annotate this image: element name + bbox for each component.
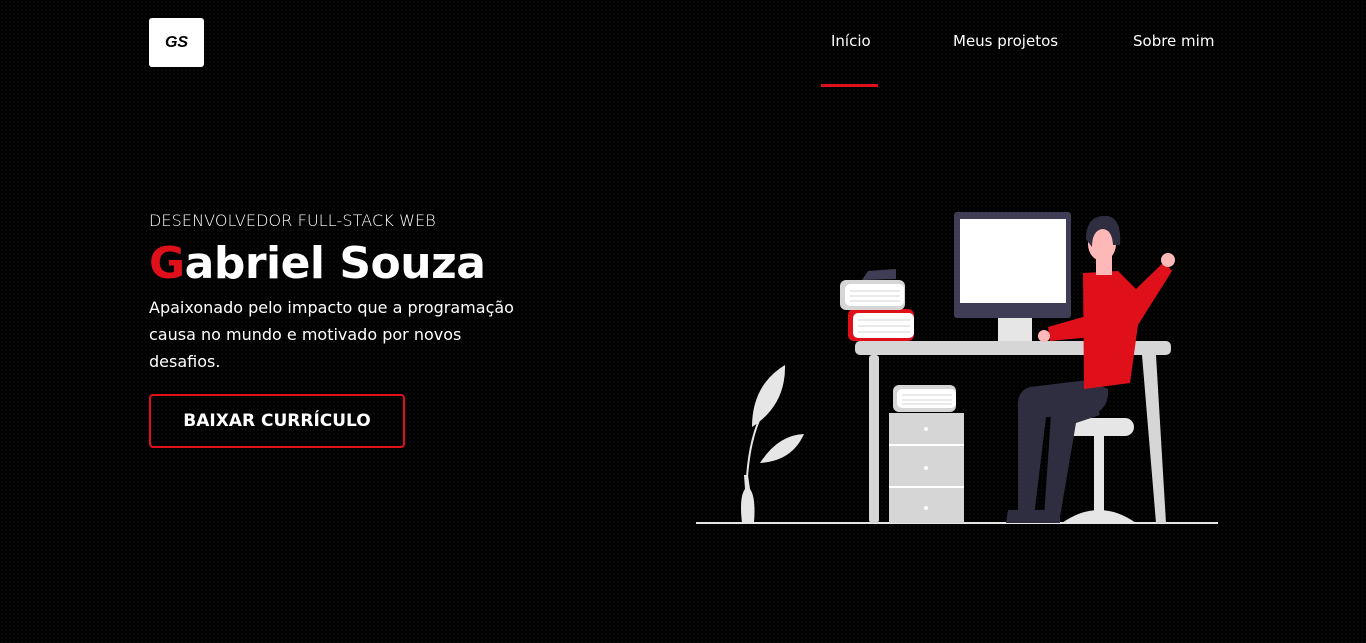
hero-title-rest: abriel Souza	[184, 238, 486, 289]
nav-item-meus-projetos[interactable]: Meus projetos	[953, 32, 1058, 50]
hero-kicker: DESENVOLVEDOR FULL-STACK WEB	[149, 211, 436, 230]
nav-item-sobre-mim[interactable]: Sobre mim	[1133, 32, 1214, 50]
download-cv-button[interactable]: BAIXAR CURRÍCULO	[149, 394, 405, 448]
developer-at-desk-illustration	[696, 212, 1218, 524]
hero-description: Apaixonado pelo impacto que a programaçã…	[149, 298, 514, 371]
nav-item-inicio[interactable]: Início	[831, 32, 871, 50]
active-nav-indicator	[821, 84, 878, 87]
hero-title-first-letter: G	[149, 238, 185, 289]
main-nav: Início Meus projetos Sobre mim	[0, 0, 1366, 90]
hero-title: Gabriel Souza	[149, 238, 486, 289]
